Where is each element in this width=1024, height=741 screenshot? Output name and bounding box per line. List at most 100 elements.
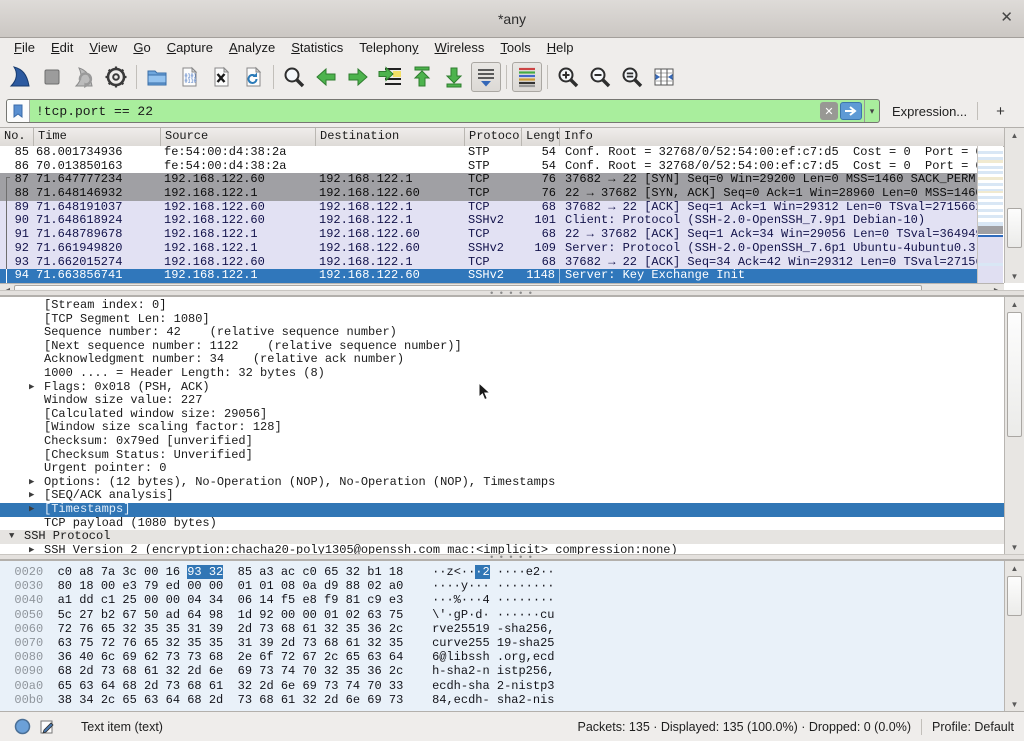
resize-columns-button[interactable] bbox=[649, 62, 679, 92]
open-file-button[interactable] bbox=[142, 62, 172, 92]
go-to-bottom-button[interactable] bbox=[439, 62, 469, 92]
scroll-down-icon[interactable]: ▼ bbox=[1005, 269, 1024, 283]
expander-open-icon[interactable]: ▼ bbox=[9, 530, 14, 544]
packet-list-vscrollbar[interactable]: ▲ ▼ bbox=[1004, 128, 1024, 283]
detail-line[interactable]: ▼SSH Protocol bbox=[0, 530, 1004, 544]
expert-info-icon[interactable] bbox=[14, 718, 31, 735]
go-forward-button[interactable] bbox=[343, 62, 373, 92]
column-header-length[interactable]: Length bbox=[522, 128, 560, 146]
expander-closed-icon[interactable]: ▶ bbox=[29, 544, 34, 554]
detail-line[interactable]: ▶[Timestamps] bbox=[0, 503, 1004, 517]
detail-line[interactable]: [TCP Segment Len: 1080] bbox=[0, 313, 1004, 327]
detail-line[interactable]: Checksum: 0x79ed [unverified] bbox=[0, 435, 1004, 449]
intelligent-scrollbar-minimap[interactable] bbox=[977, 146, 1003, 283]
close-icon[interactable]: ✕ bbox=[1000, 9, 1013, 27]
detail-line[interactable]: Sequence number: 42 (relative sequence n… bbox=[0, 326, 1004, 340]
zoom-100-button[interactable] bbox=[617, 62, 647, 92]
detail-line[interactable]: [Calculated window size: 29056] bbox=[0, 408, 1004, 422]
packet-row[interactable]: 9271.661949820192.168.122.1192.168.122.6… bbox=[0, 242, 977, 256]
filter-apply-button[interactable] bbox=[840, 102, 862, 120]
menu-telephony[interactable]: Telephony bbox=[351, 39, 426, 56]
menu-wireless[interactable]: Wireless bbox=[427, 39, 493, 56]
hex-row[interactable]: 0030 80 18 00 e3 79 ed 00 00 01 01 08 0a… bbox=[0, 579, 1004, 593]
column-header-source[interactable]: Source bbox=[161, 128, 316, 146]
expression-button[interactable]: Expression... bbox=[892, 104, 967, 119]
expander-closed-icon[interactable]: ▶ bbox=[29, 476, 34, 490]
column-header-destination[interactable]: Destination bbox=[316, 128, 465, 146]
menu-tools[interactable]: Tools bbox=[492, 39, 538, 56]
scroll-thumb[interactable] bbox=[1007, 312, 1022, 437]
filter-add-button[interactable]: + bbox=[988, 103, 1013, 120]
menu-capture[interactable]: Capture bbox=[159, 39, 221, 56]
column-header-protocol[interactable]: Protocol bbox=[465, 128, 522, 146]
hex-row[interactable]: 0080 36 40 6c 69 62 73 73 68 2e 6f 72 67… bbox=[0, 650, 1004, 664]
auto-scroll-button[interactable] bbox=[471, 62, 501, 92]
go-to-packet-button[interactable] bbox=[375, 62, 405, 92]
detail-line[interactable]: ▶[SEQ/ACK analysis] bbox=[0, 489, 1004, 503]
zoom-in-button[interactable] bbox=[553, 62, 583, 92]
packet-row[interactable]: 9471.663856741192.168.122.1192.168.122.6… bbox=[0, 269, 977, 283]
column-header-info[interactable]: Info bbox=[560, 128, 1024, 146]
hex-row[interactable]: 0090 68 2d 73 68 61 32 2d 6e 69 73 74 70… bbox=[0, 664, 1004, 678]
hex-row[interactable]: 0020 c0 a8 7a 3c 00 16 93 32 85 a3 ac c0… bbox=[0, 565, 1004, 579]
packet-row[interactable]: 8568.001734936fe:54:00:d4:38:2aSTP54Conf… bbox=[0, 146, 977, 160]
filter-clear-button[interactable]: ✕ bbox=[820, 102, 838, 120]
packet-row[interactable]: 8871.648146932192.168.122.1192.168.122.6… bbox=[0, 187, 977, 201]
scroll-thumb[interactable] bbox=[1007, 576, 1022, 616]
display-filter-input[interactable]: !tcp.port == 22 ✕ ▾ bbox=[6, 99, 880, 123]
menu-help[interactable]: Help bbox=[539, 39, 582, 56]
menu-edit[interactable]: Edit bbox=[43, 39, 81, 56]
menu-go[interactable]: Go bbox=[125, 39, 158, 56]
detail-line[interactable]: [Next sequence number: 1122 (relative se… bbox=[0, 340, 1004, 354]
packet-row[interactable]: 8971.648191037192.168.122.60192.168.122.… bbox=[0, 201, 977, 215]
expander-closed-icon[interactable]: ▶ bbox=[29, 503, 34, 517]
filter-dropdown-caret[interactable]: ▾ bbox=[864, 100, 879, 122]
packet-row[interactable]: 9171.648789678192.168.122.1192.168.122.6… bbox=[0, 228, 977, 242]
details-vscrollbar[interactable]: ▲ ▼ bbox=[1004, 297, 1024, 554]
expander-closed-icon[interactable]: ▶ bbox=[29, 489, 34, 503]
go-back-button[interactable] bbox=[311, 62, 341, 92]
go-to-top-button[interactable] bbox=[407, 62, 437, 92]
hex-row[interactable]: 0070 63 75 72 76 65 32 35 35 31 39 2d 73… bbox=[0, 636, 1004, 650]
hex-row[interactable]: 0040 a1 dd c1 25 00 00 04 34 06 14 f5 e8… bbox=[0, 593, 1004, 607]
stop-capture-button[interactable] bbox=[37, 62, 67, 92]
colorize-button[interactable] bbox=[512, 62, 542, 92]
detail-line[interactable]: Acknowledgment number: 34 (relative ack … bbox=[0, 353, 1004, 367]
scroll-up-icon[interactable]: ▲ bbox=[1005, 561, 1024, 575]
hex-row[interactable]: 0060 72 76 65 32 35 35 31 39 2d 73 68 61… bbox=[0, 622, 1004, 636]
zoom-out-button[interactable] bbox=[585, 62, 615, 92]
menu-file[interactable]: File bbox=[6, 39, 43, 56]
scroll-up-icon[interactable]: ▲ bbox=[1005, 297, 1024, 311]
close-file-button[interactable] bbox=[206, 62, 236, 92]
capture-options-button[interactable] bbox=[101, 62, 131, 92]
column-header-no[interactable]: No. bbox=[0, 128, 34, 146]
menu-statistics[interactable]: Statistics bbox=[283, 39, 351, 56]
bytes-vscrollbar[interactable]: ▲ ▼ bbox=[1004, 561, 1024, 711]
detail-line[interactable]: Window size value: 227 bbox=[0, 394, 1004, 408]
save-file-button[interactable]: 01010110 bbox=[174, 62, 204, 92]
expander-closed-icon[interactable]: ▶ bbox=[29, 381, 34, 395]
hex-row[interactable]: 00b0 38 34 2c 65 63 64 68 2d 73 68 61 32… bbox=[0, 693, 1004, 707]
capture-comment-icon[interactable] bbox=[39, 719, 55, 735]
menu-view[interactable]: View bbox=[81, 39, 125, 56]
detail-line[interactable]: [Checksum Status: Unverified] bbox=[0, 449, 1004, 463]
scroll-thumb[interactable] bbox=[1007, 208, 1022, 248]
status-profile[interactable]: Profile: Default bbox=[932, 720, 1014, 734]
packet-row[interactable]: 8771.647777234192.168.122.60192.168.122.… bbox=[0, 173, 977, 187]
find-packet-button[interactable] bbox=[279, 62, 309, 92]
packet-row[interactable]: 9071.648618924192.168.122.60192.168.122.… bbox=[0, 214, 977, 228]
bookmark-icon[interactable] bbox=[7, 100, 30, 122]
menu-analyze[interactable]: Analyze bbox=[221, 39, 283, 56]
hex-row[interactable]: 0050 5c 27 b2 67 50 ad 64 98 1d 92 00 00… bbox=[0, 608, 1004, 622]
detail-line[interactable]: [Window size scaling factor: 128] bbox=[0, 421, 1004, 435]
packet-row[interactable]: 8670.013850163fe:54:00:d4:38:2aSTP54Conf… bbox=[0, 160, 977, 174]
detail-line[interactable]: TCP payload (1080 bytes) bbox=[0, 517, 1004, 531]
hex-row[interactable]: 00a0 65 63 64 68 2d 73 68 61 32 2d 6e 69… bbox=[0, 679, 1004, 693]
detail-line[interactable]: 1000 .... = Header Length: 32 bytes (8) bbox=[0, 367, 1004, 381]
restart-capture-button[interactable] bbox=[69, 62, 99, 92]
column-header-time[interactable]: Time bbox=[34, 128, 161, 146]
reload-file-button[interactable] bbox=[238, 62, 268, 92]
detail-line[interactable]: ▶Flags: 0x018 (PSH, ACK) bbox=[0, 381, 1004, 395]
packet-row[interactable]: 9371.662015274192.168.122.60192.168.122.… bbox=[0, 256, 977, 270]
scroll-down-icon[interactable]: ▼ bbox=[1005, 540, 1024, 554]
